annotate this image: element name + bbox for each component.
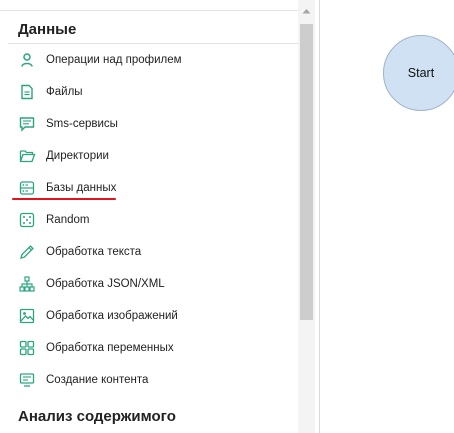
start-node-label: Start [407, 66, 435, 80]
file-icon [18, 83, 36, 101]
sidebar-item-variable-processing[interactable]: Обработка переменных [10, 333, 294, 363]
section-title-content-analysis: Анализ содержимого [18, 408, 176, 425]
sidebar-item-directories[interactable]: Директории [10, 141, 294, 171]
workflow-canvas[interactable]: Start [320, 0, 454, 433]
sidebar-item-files[interactable]: Файлы [10, 77, 294, 107]
sidebar-item-profile-operations[interactable]: Операции над профилем [10, 45, 294, 75]
sidebar-item-label: Обработка переменных [46, 342, 174, 354]
vertical-scrollbar[interactable] [298, 0, 315, 433]
sidebar-item-label: Random [46, 214, 90, 226]
sidebar-item-label: Обработка JSON/XML [46, 278, 165, 290]
sidebar-item-label: Sms-сервисы [46, 118, 118, 130]
variables-grid-icon [18, 339, 36, 357]
pencil-icon [18, 243, 36, 261]
content-create-icon [18, 371, 36, 389]
sidebar-item-content-creation[interactable]: Создание контента [10, 365, 294, 395]
sidebar-item-sms-services[interactable]: Sms-сервисы [10, 109, 294, 139]
sidebar-item-label: Файлы [46, 86, 83, 98]
sidebar-item-label: Обработка изображений [46, 310, 178, 322]
sms-chat-icon [18, 115, 36, 133]
sidebar-item-label: Директории [46, 150, 109, 162]
actions-list: Данные Операции над профилем Файлы Sms-с… [0, 0, 298, 433]
sidebar-item-label: Операции над профилем [46, 54, 182, 66]
top-divider [0, 0, 298, 11]
actions-sidebar: Данные Операции над профилем Файлы Sms-с… [0, 0, 320, 433]
section-title-data: Данные [18, 21, 77, 38]
dice-icon [18, 211, 36, 229]
start-node[interactable]: Start [383, 35, 454, 111]
sidebar-item-label: Базы данных [46, 182, 117, 194]
sidebar-item-label: Обработка текста [46, 246, 142, 258]
scrollbar-thumb[interactable] [300, 24, 313, 320]
highlight-underline [12, 198, 116, 200]
sidebar-item-image-processing[interactable]: Обработка изображений [10, 301, 294, 331]
sidebar-item-label: Создание контента [46, 374, 149, 386]
folder-icon [18, 147, 36, 165]
sidebar-item-json-xml[interactable]: Обработка JSON/XML [10, 269, 294, 299]
tree-structure-icon [18, 275, 36, 293]
image-icon [18, 307, 36, 325]
sidebar-item-random[interactable]: Random [10, 205, 294, 235]
scroll-up-arrow-icon[interactable] [298, 8, 315, 22]
sidebar-item-text-processing[interactable]: Обработка текста [10, 237, 294, 267]
section-divider [8, 43, 298, 44]
user-profile-icon [18, 51, 36, 69]
database-icon [18, 179, 36, 197]
